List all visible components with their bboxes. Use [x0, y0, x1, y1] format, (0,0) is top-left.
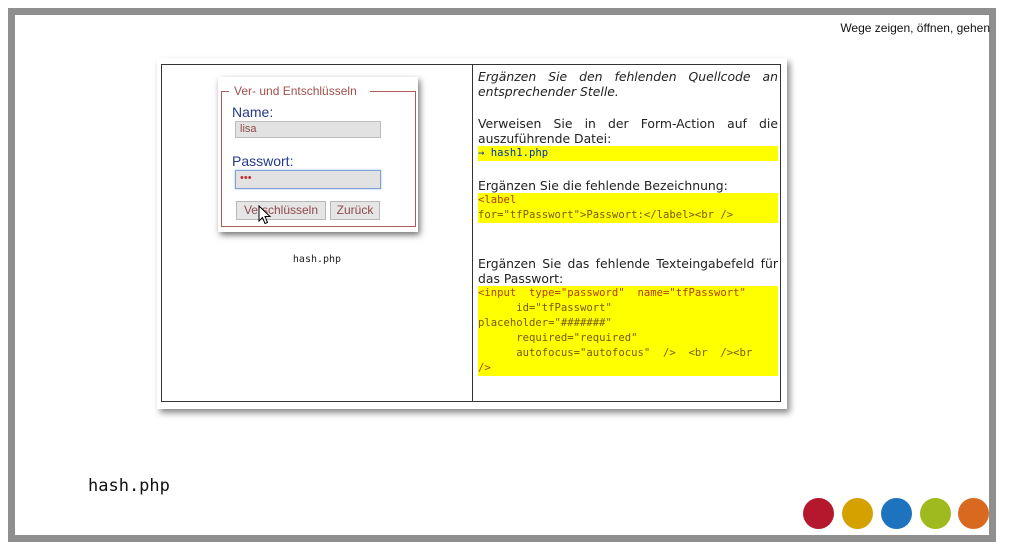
- brand-dot-orange: [958, 498, 989, 529]
- task3-code-line3: placeholder="#######": [478, 316, 778, 331]
- task3-code-line5: autofocus="autofocus" /> <br /><br: [478, 346, 778, 361]
- password-input[interactable]: •••: [235, 170, 381, 189]
- name-input[interactable]: lisa: [235, 121, 381, 138]
- task1-code: → hash1.php: [478, 146, 778, 161]
- task3-code-line1: <input type="password" name="tfPasswort": [478, 286, 778, 301]
- task1-text: Verweisen Sie in der Form-Action auf die…: [478, 116, 778, 146]
- brand-dot-yellow: [842, 498, 873, 529]
- task2-text: Ergänzen Sie die fehlende Bezeichnung:: [478, 178, 728, 193]
- form-caption: hash.php: [292, 254, 342, 265]
- mouse-cursor-icon: [258, 205, 272, 225]
- name-label: Name:: [232, 104, 274, 120]
- task3-code-line6: />: [478, 361, 778, 376]
- fieldset-top-right: [370, 91, 416, 92]
- task3-code-line4: required="required": [478, 331, 778, 346]
- brand-dot-blue: [881, 498, 912, 529]
- bottom-title: hash.php: [88, 476, 170, 496]
- intro-text: Ergänzen Sie den fehlenden Quellcode an …: [478, 69, 778, 99]
- brand-dot-red: [803, 498, 834, 529]
- task2-code-line1: <label: [478, 193, 778, 208]
- back-button[interactable]: Zurück: [330, 201, 380, 220]
- content-card: Ver- und Entschlüsseln Name: lisa Passwo…: [157, 58, 787, 409]
- column-divider: [472, 65, 473, 401]
- fieldset-top-left: [221, 91, 229, 92]
- form-screenshot: Ver- und Entschlüsseln Name: lisa Passwo…: [218, 77, 418, 232]
- task3-text: Ergänzen Sie das fehlende Texteingabefel…: [478, 256, 778, 286]
- password-label: Passwort:: [232, 153, 294, 169]
- slogan: Wege zeigen, öffnen, gehen: [840, 21, 990, 35]
- fieldset-legend: Ver- und Entschlüsseln: [232, 84, 359, 98]
- encrypt-button[interactable]: Verschlüsseln: [236, 201, 326, 220]
- brand-dot-green: [920, 498, 951, 529]
- content-table: Ver- und Entschlüsseln Name: lisa Passwo…: [161, 64, 781, 402]
- task2-code-line2: for="tfPasswort">Passwort:</label><br />: [478, 208, 778, 223]
- task3-code-line2: id="tfPasswort": [478, 301, 778, 316]
